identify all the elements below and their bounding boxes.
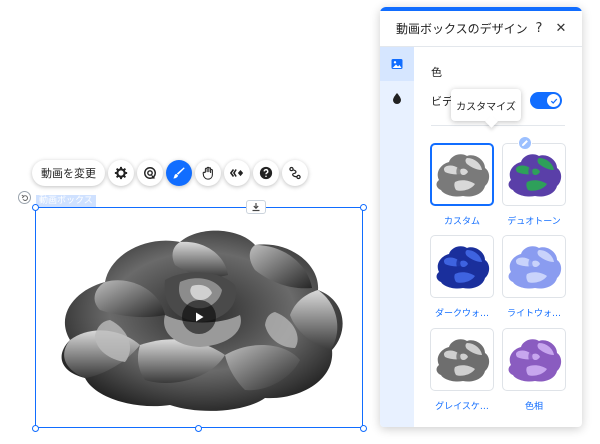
- resize-handle-top-right[interactable]: [360, 204, 367, 211]
- check-icon: [550, 98, 557, 104]
- undo-button[interactable]: [18, 191, 31, 204]
- panel-header[interactable]: 動画ボックスのデザイン ? ✕: [380, 11, 582, 47]
- preset-tile-3[interactable]: [502, 235, 566, 298]
- image-icon: [391, 59, 403, 69]
- preset-caption: グレイスケ…: [435, 402, 489, 412]
- resize-handle-top-left[interactable]: [32, 204, 39, 211]
- design-panel: 動画ボックスのデザイン ? ✕ 色 ビデ カスタム デュオトーンダークウォ… ライト…: [380, 7, 582, 427]
- divider: [431, 125, 565, 126]
- connect-icon: [289, 166, 301, 180]
- preset-tile-0[interactable]: [430, 143, 494, 206]
- download-icon: [252, 203, 260, 212]
- preset-caption: 色相: [524, 402, 543, 412]
- rose-thumbnail: [436, 153, 490, 197]
- customize-tooltip: カスタマイズ: [451, 89, 521, 121]
- close-panel-button[interactable]: ✕: [550, 18, 572, 40]
- animation-icon: [144, 167, 156, 179]
- selection-frame: [35, 207, 363, 428]
- change-video-button[interactable]: 動画を変更: [32, 160, 105, 186]
- resize-handle-bottom[interactable]: [195, 425, 202, 432]
- video-color-toggle[interactable]: [530, 92, 562, 109]
- gear-icon: [114, 166, 128, 180]
- resize-handle-bottom-right[interactable]: [360, 425, 367, 432]
- preset-caption: カスタム: [443, 217, 480, 227]
- preset-caption: デュオトーン: [507, 217, 561, 227]
- rose-thumbnail: [508, 153, 562, 197]
- preset-tile-1[interactable]: [502, 143, 566, 206]
- rose-thumbnail: [436, 245, 490, 289]
- element-name-tag: 動画ボックス: [36, 195, 96, 207]
- code-button[interactable]: [224, 160, 250, 186]
- tab-opacity[interactable]: [380, 81, 414, 115]
- preset-tile-2[interactable]: [430, 235, 494, 298]
- element-toolbar: 動画を変更: [32, 159, 308, 187]
- stretch-handle[interactable]: [246, 200, 266, 214]
- help-panel-button[interactable]: ?: [528, 18, 550, 40]
- preset-tile-5[interactable]: [502, 328, 566, 391]
- hover-button[interactable]: [195, 160, 221, 186]
- help-icon: [259, 166, 273, 180]
- toggle-label: ビデ: [431, 95, 453, 108]
- preset-caption: ダークウォ…: [434, 309, 489, 319]
- rose-thumbnail: [508, 338, 562, 382]
- code-icon: [230, 169, 244, 177]
- rose-thumbnail: [508, 245, 562, 289]
- help-button[interactable]: [253, 160, 279, 186]
- panel-side-tabs: [380, 47, 414, 427]
- settings-button[interactable]: [108, 160, 134, 186]
- link-button[interactable]: [282, 160, 308, 186]
- preset-tile-4[interactable]: [430, 328, 494, 391]
- editor-canvas: 動画を変更 動画ボックス 動画ボックスのデザイン ? ✕ 色 ビデ カスタム デ…: [0, 0, 600, 444]
- brush-icon: [173, 167, 185, 179]
- panel-title: 動画ボックスのデザイン: [396, 22, 528, 36]
- edit-preset-button[interactable]: [518, 136, 532, 150]
- undo-icon: [21, 194, 28, 201]
- drop-icon: [393, 93, 401, 104]
- toggle-knob: [547, 94, 560, 107]
- animation-button[interactable]: [137, 160, 163, 186]
- tab-color[interactable]: [380, 47, 414, 81]
- preset-caption: ライトウォ…: [506, 309, 561, 319]
- section-title: 色: [431, 66, 442, 79]
- design-button[interactable]: [166, 160, 192, 186]
- pencil-icon: [522, 140, 528, 146]
- hand-icon: [202, 166, 213, 180]
- resize-handle-bottom-left[interactable]: [32, 425, 39, 432]
- rose-thumbnail: [436, 338, 490, 382]
